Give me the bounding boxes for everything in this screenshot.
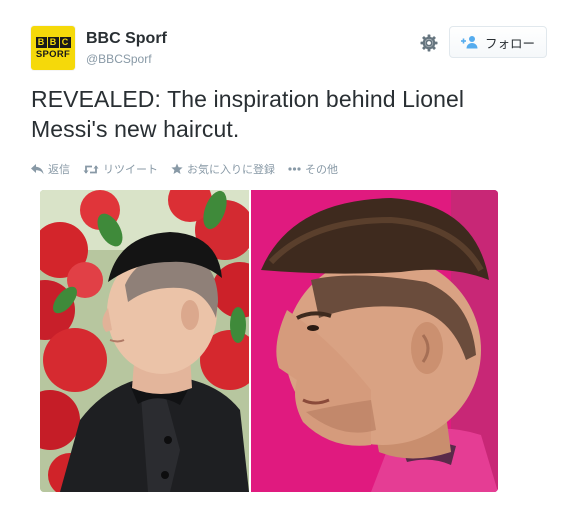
reply-label: 返信 [48,164,70,176]
avatar[interactable]: B B C SPORF [31,26,75,70]
reply-icon [31,163,44,175]
avatar-letter-c: C [59,36,71,48]
follow-button[interactable]: フォロー [449,26,547,58]
display-name[interactable]: BBC Sporf [86,30,167,48]
photo-left-man-profile[interactable] [40,190,249,492]
retweet-icon [83,164,99,175]
tweet-card: B B C SPORF BBC Sporf @BBCSporf フォロー REV… [0,0,580,512]
more-label: その他 [305,164,338,176]
tweet-actions: 返信 リツイート お気に入りに登録 その他 [31,161,351,177]
retweet-button[interactable]: リツイート [83,161,158,177]
more-button[interactable]: その他 [288,161,338,177]
tweet-media[interactable] [40,190,498,492]
avatar-letter-b1: B [35,36,47,48]
ellipsis-icon [288,167,301,171]
follow-button-label: フォロー [484,36,535,51]
favorite-button[interactable]: お気に入りに登録 [171,161,275,177]
avatar-letter-b2: B [47,36,59,48]
add-user-icon [460,35,479,49]
screen-name[interactable]: @BBCSporf [86,52,152,66]
avatar-logo-blocks: B B C [35,36,71,48]
gear-icon[interactable] [419,33,439,53]
avatar-word: SPORF [35,48,71,60]
photo-right-player-profile[interactable] [251,190,498,492]
star-icon [171,163,183,175]
retweet-label: リツイート [103,164,158,176]
tweet-text-line-2: Messi's new haircut. [31,116,240,142]
reply-button[interactable]: 返信 [31,161,70,177]
favorite-label: お気に入りに登録 [187,164,275,176]
tweet-text-line-1: REVEALED: The inspiration behind Lionel [31,86,465,112]
tweet-text: REVEALED: The inspiration behind Lionel … [31,84,551,144]
